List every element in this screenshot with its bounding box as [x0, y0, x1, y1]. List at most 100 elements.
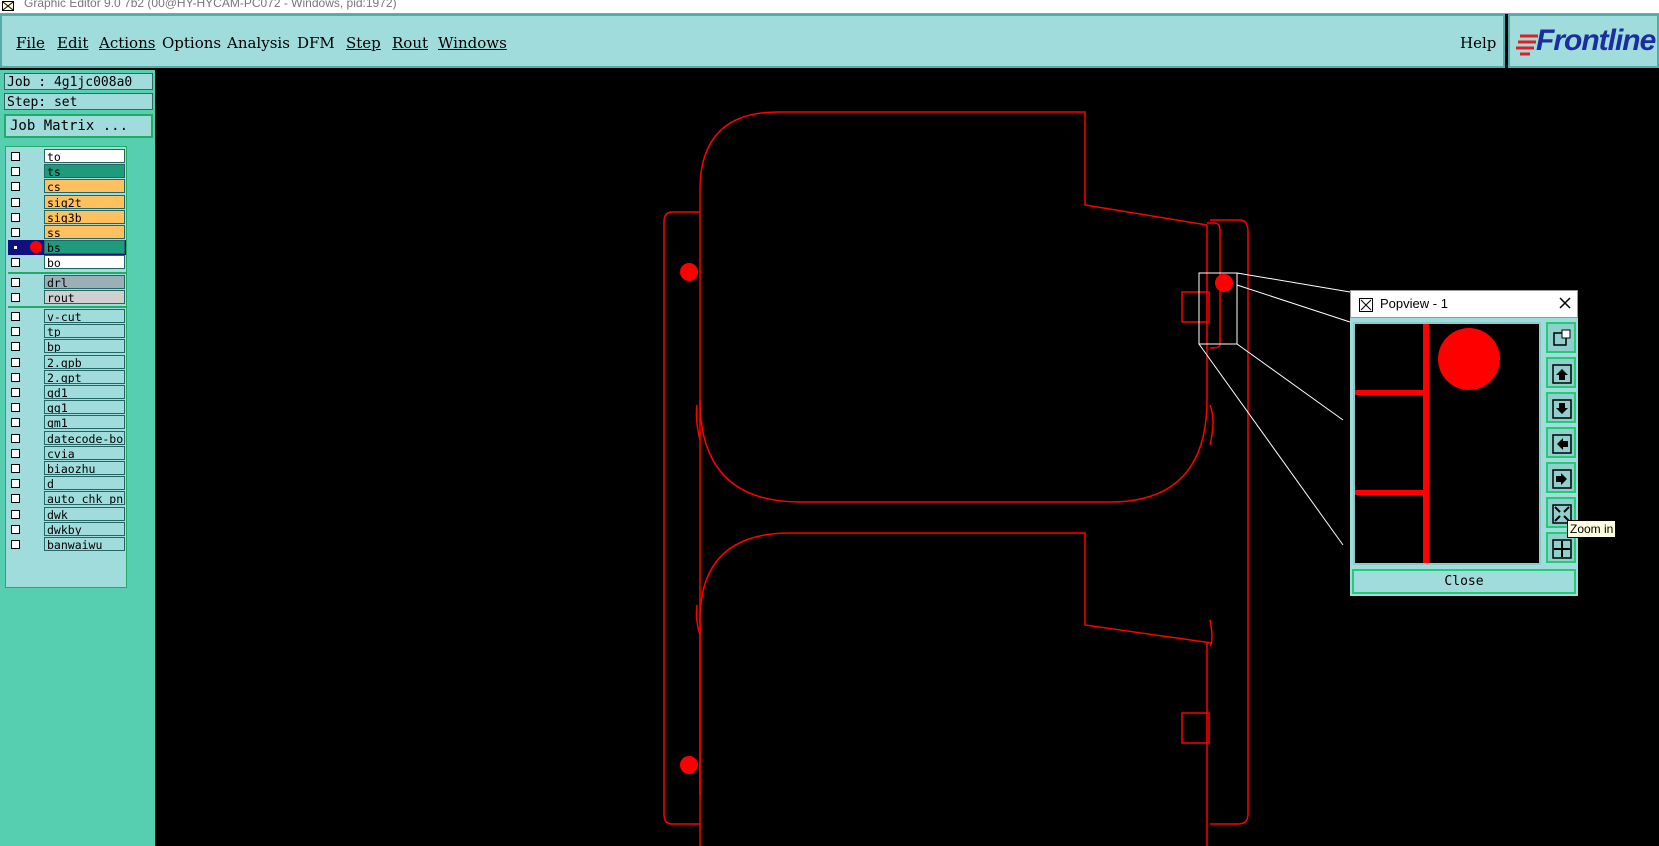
layer-row[interactable]: bs: [8, 240, 126, 256]
layer-row[interactable]: ts: [8, 164, 126, 179]
layer-name[interactable]: dwkby: [44, 521, 125, 536]
layer-checkbox[interactable]: [11, 292, 20, 302]
layer-name[interactable]: bp: [44, 339, 125, 354]
layer-name[interactable]: banwaiwu: [44, 537, 125, 551]
layer-checkbox[interactable]: [11, 388, 20, 397]
layer-name[interactable]: tp: [44, 324, 125, 339]
menu-file[interactable]: File: [16, 34, 45, 52]
layer-name[interactable]: gm1: [44, 415, 125, 430]
layer-checkbox[interactable]: [11, 403, 20, 413]
layer-checkbox[interactable]: [11, 464, 20, 473]
popview-app-icon: [1359, 298, 1373, 312]
layer-name[interactable]: rout: [44, 289, 125, 304]
layer-checkbox[interactable]: [11, 524, 20, 534]
layer-checkbox[interactable]: [11, 312, 20, 321]
layer-name[interactable]: auto_chk_pn: [44, 491, 125, 506]
layer-name[interactable]: bo: [44, 255, 125, 270]
pan-left-button[interactable]: [1546, 427, 1576, 458]
layer-row[interactable]: biaozhu: [8, 461, 126, 476]
layer-name[interactable]: 2.gpb: [44, 354, 125, 369]
layer-name[interactable]: d: [44, 476, 125, 491]
layer-row[interactable]: cs: [8, 179, 126, 194]
layer-checkbox[interactable]: [11, 197, 20, 207]
menu-actions[interactable]: Actions: [99, 34, 155, 52]
layer-checkbox[interactable]: [11, 494, 20, 504]
layer-checkbox[interactable]: [11, 212, 20, 222]
layer-row[interactable]: 2.gpt: [8, 369, 126, 385]
layer-name[interactable]: ss: [44, 225, 125, 239]
layer-name[interactable]: sig3b: [44, 209, 125, 224]
layer-row[interactable]: to: [8, 149, 126, 164]
layer-row[interactable]: bo: [8, 255, 126, 270]
layer-checkbox[interactable]: [11, 540, 20, 549]
layer-name[interactable]: datecode-bo: [44, 430, 125, 445]
layer-checkbox[interactable]: [11, 243, 20, 253]
menu-rout[interactable]: Rout: [392, 34, 428, 52]
layer-row[interactable]: drl: [8, 274, 126, 290]
layer-checkbox[interactable]: [11, 277, 20, 287]
layer-row[interactable]: datecode-bo: [8, 430, 126, 446]
menu-help[interactable]: Help: [1460, 34, 1496, 52]
layer-checkbox[interactable]: [11, 357, 20, 367]
layer-name[interactable]: cs: [44, 179, 125, 194]
layer-row[interactable]: v-cut: [8, 309, 126, 324]
layer-checkbox[interactable]: [11, 418, 20, 428]
layer-name[interactable]: cvia: [44, 445, 125, 460]
layer-row[interactable]: dwk: [8, 506, 126, 522]
layer-name[interactable]: ts: [44, 164, 125, 179]
layer-row[interactable]: sig2t: [8, 194, 126, 210]
close-icon[interactable]: [1557, 295, 1573, 311]
layer-row[interactable]: bp: [8, 339, 126, 354]
job-matrix-button[interactable]: Job Matrix ...: [4, 114, 153, 138]
zoom-fit-button[interactable]: [1546, 322, 1576, 353]
layer-name[interactable]: to: [44, 149, 125, 163]
layer-row[interactable]: d: [8, 476, 126, 491]
layer-name[interactable]: drl: [44, 274, 125, 289]
layer-checkbox[interactable]: [11, 152, 20, 161]
layer-checkbox[interactable]: [11, 228, 20, 237]
layer-checkbox[interactable]: [11, 258, 20, 268]
layer-name[interactable]: dwk: [44, 506, 125, 521]
layer-checkbox[interactable]: [11, 182, 20, 192]
layer-checkbox[interactable]: [11, 372, 20, 382]
pan-down-button[interactable]: [1546, 392, 1576, 423]
layer-name[interactable]: gd1: [44, 385, 125, 399]
menu-windows-label: Windows: [438, 34, 507, 52]
layer-checkbox[interactable]: [11, 509, 20, 519]
layer-name[interactable]: gg1: [44, 400, 125, 415]
menu-edit[interactable]: Edit: [57, 34, 88, 52]
menu-dfm[interactable]: DFM: [297, 34, 335, 52]
layer-name[interactable]: biaozhu: [44, 461, 125, 475]
layer-row[interactable]: banwaiwu: [8, 537, 126, 552]
layer-row[interactable]: auto_chk_pn: [8, 491, 126, 506]
layer-checkbox[interactable]: [11, 167, 20, 177]
layer-row[interactable]: gd1: [8, 385, 126, 400]
layer-row[interactable]: rout: [8, 289, 126, 305]
layer-row[interactable]: 2.gpb: [8, 354, 126, 370]
layer-row[interactable]: gm1: [8, 415, 126, 430]
menu-options[interactable]: Options: [162, 34, 221, 52]
layer-row[interactable]: tp: [8, 324, 126, 339]
pan-right-button[interactable]: [1546, 462, 1576, 493]
layer-row[interactable]: ss: [8, 225, 126, 240]
layer-row[interactable]: sig3b: [8, 209, 126, 225]
layer-checkbox[interactable]: [11, 433, 20, 443]
popview-titlebar[interactable]: Popview - 1: [1350, 290, 1578, 318]
layer-name[interactable]: bs: [44, 240, 125, 255]
layer-checkbox[interactable]: [11, 479, 20, 489]
pan-up-button[interactable]: [1546, 357, 1576, 388]
layer-checkbox[interactable]: [11, 342, 20, 352]
layer-row[interactable]: dwkby: [8, 521, 126, 537]
menu-step[interactable]: Step: [346, 34, 381, 52]
layer-name[interactable]: v-cut: [44, 309, 125, 323]
layer-checkbox[interactable]: [11, 448, 20, 458]
layer-row[interactable]: cvia: [8, 445, 126, 461]
layer-checkbox[interactable]: [11, 327, 20, 337]
layer-name[interactable]: sig2t: [44, 194, 125, 209]
layer-name[interactable]: 2.gpt: [44, 369, 125, 384]
popview-close-button[interactable]: Close: [1352, 569, 1576, 594]
popview-viewport[interactable]: [1353, 322, 1541, 565]
layer-row[interactable]: gg1: [8, 400, 126, 415]
menu-analysis[interactable]: Analysis: [227, 34, 290, 52]
menu-windows[interactable]: Windows: [438, 34, 507, 52]
